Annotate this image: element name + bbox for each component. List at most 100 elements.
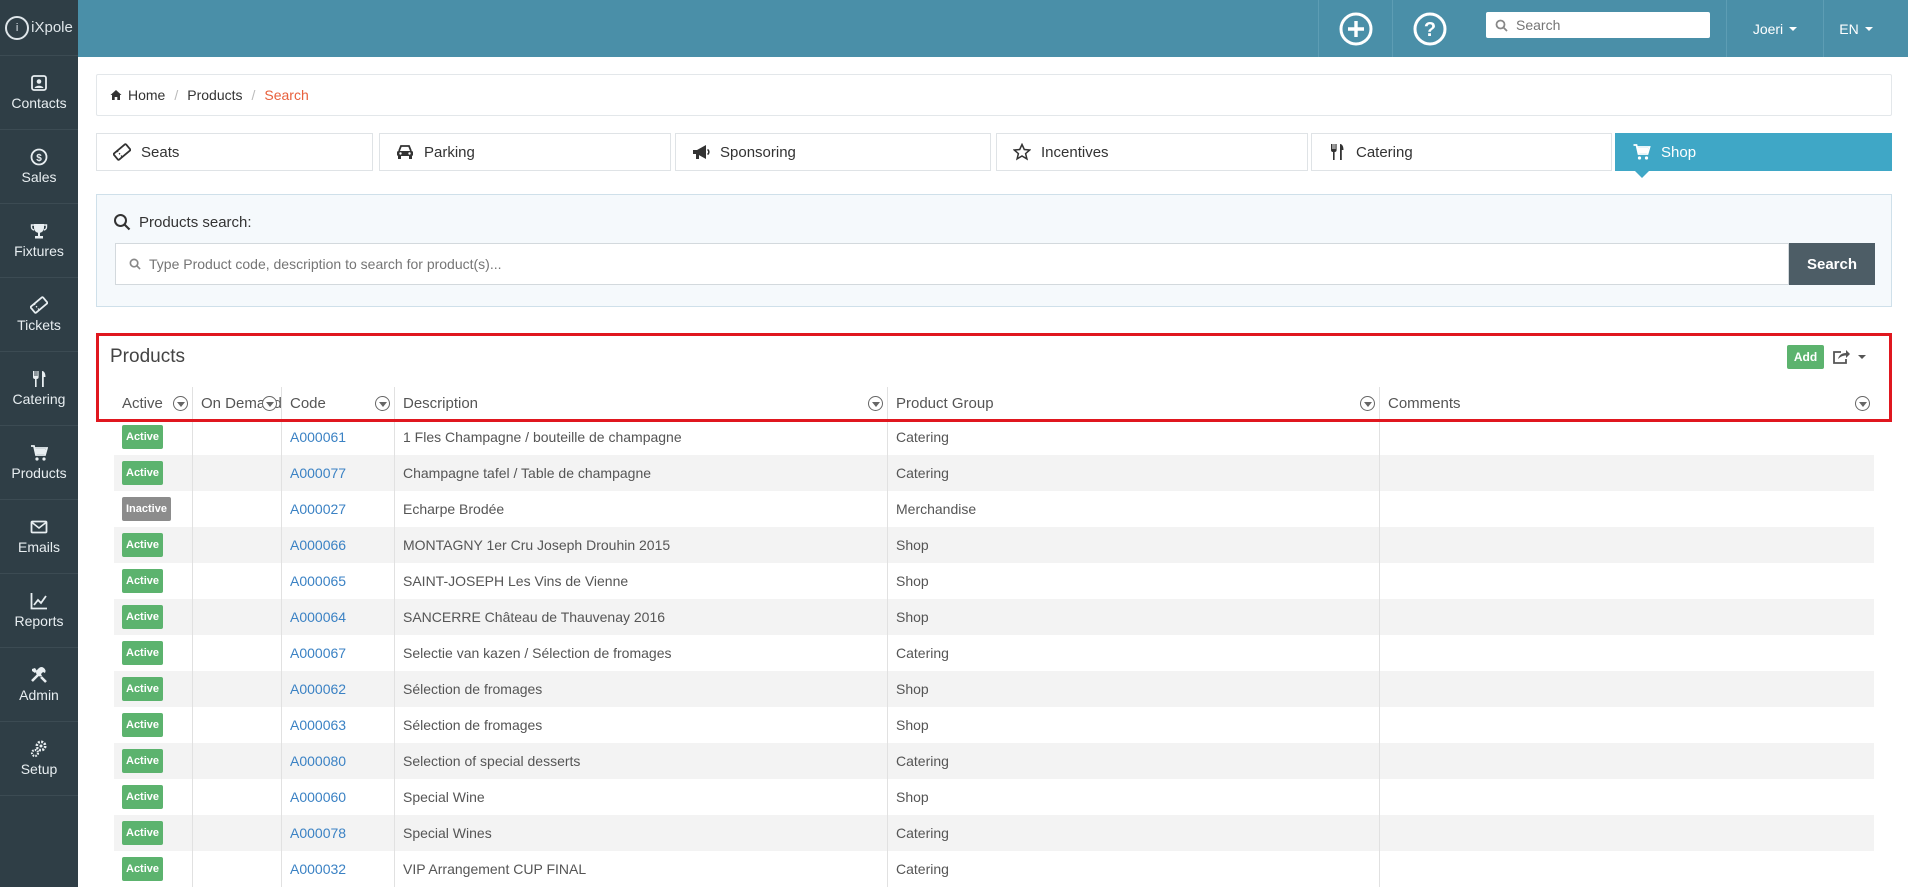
column-header-description[interactable]: Description [395,387,888,419]
tab-seats[interactable]: Seats [96,133,373,171]
tab-shop[interactable]: Shop [1615,133,1892,178]
cell-on-demand [193,563,282,599]
cell-active: Active [114,851,193,887]
cell-product-group: Shop [888,707,1380,743]
sidebar-item-products[interactable]: Products [0,426,78,500]
filter-icon[interactable] [262,396,277,411]
filter-icon[interactable] [1360,396,1375,411]
export-menu-button[interactable] [1832,346,1874,368]
table-row[interactable]: Active A000060 Special Wine Shop [114,779,1874,815]
product-code-link[interactable]: A000062 [290,681,346,697]
product-code-link[interactable]: A000078 [290,825,346,841]
product-code-link[interactable]: A000064 [290,609,346,625]
filter-icon[interactable] [868,396,883,411]
language-menu[interactable]: EN [1823,0,1888,57]
sidebar-item-sales[interactable]: $ Sales [0,130,78,204]
sidebar-item-tickets[interactable]: Tickets [0,278,78,352]
cell-description: SANCERRE Château de Thauvenay 2016 [395,599,888,635]
column-header-code[interactable]: Code [282,387,395,419]
tab-parking[interactable]: Parking [379,133,671,171]
breadcrumb-home[interactable]: Home [128,87,165,103]
envelope-icon [30,520,48,534]
car-icon [397,145,413,159]
cell-product-group: Shop [888,527,1380,563]
table-row[interactable]: Active A000067 Selectie van kazen / Sélect… [114,635,1874,671]
table-row[interactable]: Active A000032 VIP Arrangement CUP FINAL Ca… [114,851,1874,887]
table-row[interactable]: Active A000078 Special Wines Catering [114,815,1874,851]
user-menu[interactable]: Joeri [1726,0,1823,57]
cell-on-demand [193,635,282,671]
filter-icon[interactable] [375,396,390,411]
product-code-link[interactable]: A000067 [290,645,346,661]
table-row[interactable]: Active A000066 MONTAGNY 1er Cru Joseph Dro… [114,527,1874,563]
cell-active: Active [114,563,193,599]
product-code-link[interactable]: A000080 [290,753,346,769]
sidebar-item-reports[interactable]: Reports [0,574,78,648]
home-icon [110,90,122,100]
product-code-link[interactable]: A000066 [290,537,346,553]
sidebar-item-catering[interactable]: Catering [0,352,78,426]
cell-code: A000062 [282,671,395,707]
cell-description: Sélection de fromages [395,707,888,743]
product-code-link[interactable]: A000061 [290,429,346,445]
tab-catering[interactable]: Catering [1311,133,1612,171]
search-button[interactable]: Search [1789,243,1875,285]
product-search-box[interactable] [115,243,1789,285]
product-code-link[interactable]: A000063 [290,717,346,733]
sidebar-item-setup[interactable]: Setup [0,722,78,796]
app-logo[interactable]: i iXpole [0,0,78,56]
status-badge: Active [122,425,164,449]
table-row[interactable]: Active A000077 Champagne tafel / Table de … [114,455,1874,491]
column-header-product-group[interactable]: Product Group [888,387,1380,419]
table-row[interactable]: Active A000061 1 Fles Champagne / bouteill… [114,419,1874,455]
table-row[interactable]: Active A000064 SANCERRE Château de Thauven… [114,599,1874,635]
product-code-link[interactable]: A000060 [290,789,346,805]
status-badge: Active [122,533,164,557]
status-badge: Active [122,857,164,881]
column-header-on-demand[interactable]: On Demand [193,387,282,419]
table-row[interactable]: Active A000065 SAINT-JOSEPH Les Vins de Vi… [114,563,1874,599]
table-row[interactable]: Inactive A000027 Echarpe Brodée Merchandise [114,491,1874,527]
add-new-button[interactable] [1318,0,1392,57]
column-header-active[interactable]: Active [114,387,193,419]
sidebar-item-label: Contacts [11,95,67,111]
cell-description: Selection of special desserts [395,743,888,779]
product-code-link[interactable]: A000027 [290,501,346,517]
sidebar-item-fixtures[interactable]: Fixtures [0,204,78,278]
breadcrumb-products[interactable]: Products [187,87,242,103]
global-search[interactable] [1486,12,1710,38]
tab-sponsoring[interactable]: Sponsoring [675,133,991,171]
cell-code: A000080 [282,743,395,779]
sidebar-item-contacts[interactable]: Contacts [0,56,78,130]
table-row[interactable]: Active A000080 Selection of special desser… [114,743,1874,779]
cell-comments [1380,815,1874,851]
add-button[interactable]: Add [1787,345,1824,369]
cell-on-demand [193,815,282,851]
top-navbar: ? Joeri EN [78,0,1908,57]
products-title: Products [110,346,185,367]
sidebar-item-admin[interactable]: Admin [0,648,78,722]
tab-incentives[interactable]: Incentives [996,133,1308,171]
cell-code: A000061 [282,419,395,455]
tab-label: Shop [1661,143,1697,161]
cell-active: Active [114,527,193,563]
sidebar-item-emails[interactable]: Emails [0,500,78,574]
filter-icon[interactable] [173,396,188,411]
product-code-link[interactable]: A000065 [290,573,346,589]
cell-product-group: Catering [888,455,1380,491]
table-row[interactable]: Active A000063 Sélection de fromages Shop [114,707,1874,743]
cell-on-demand [193,671,282,707]
cart-icon [1633,144,1651,160]
help-button[interactable]: ? [1392,0,1466,57]
product-search-input[interactable] [149,256,1749,272]
products-table: Active On Demand Code Description Produc… [114,387,1874,887]
language-code: EN [1839,20,1859,37]
chevron-down-icon [1858,355,1866,359]
cell-product-group: Catering [888,743,1380,779]
filter-icon[interactable] [1855,396,1870,411]
column-header-comments[interactable]: Comments [1380,387,1874,419]
table-row[interactable]: Active A000062 Sélection de fromages Shop [114,671,1874,707]
product-code-link[interactable]: A000032 [290,861,346,877]
global-search-input[interactable] [1516,17,1696,33]
product-code-link[interactable]: A000077 [290,465,346,481]
